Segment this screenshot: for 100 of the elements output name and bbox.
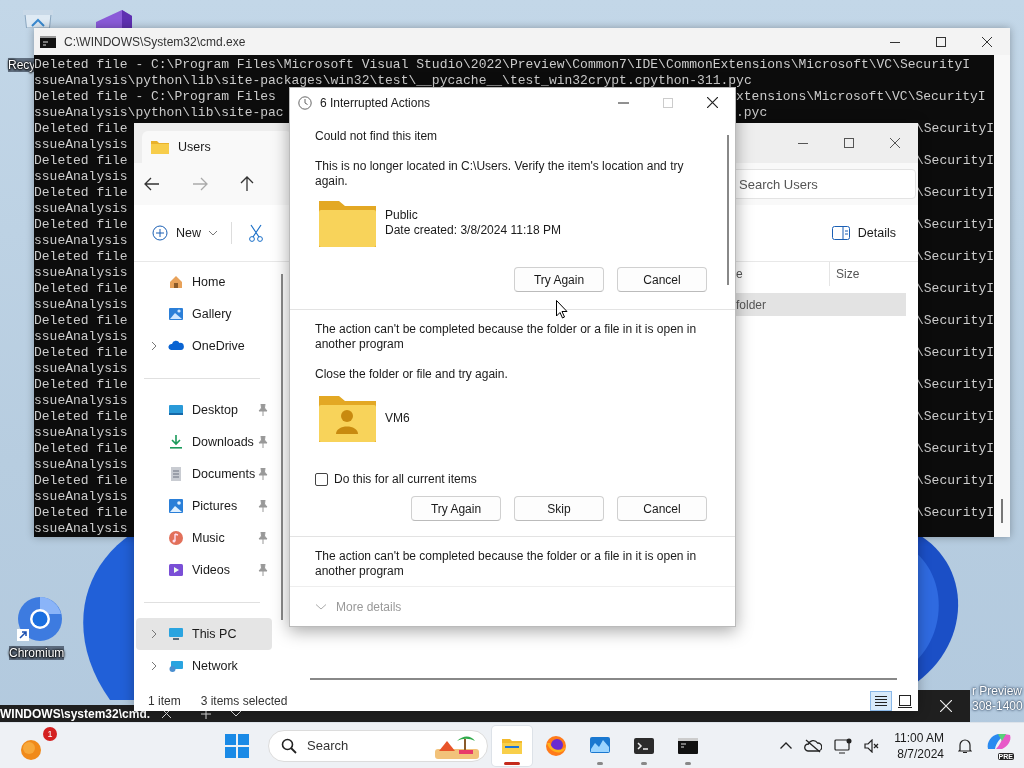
console-text: ssueAnalysis [34,201,128,217]
console-text: \SecurityI [916,153,994,169]
console-text: \SecurityI [916,345,994,361]
details-button[interactable]: Details [827,222,900,244]
clock-date[interactable]: 8/7/2024 [897,745,944,762]
start-button-icon[interactable] [225,733,249,758]
console-text: \SecurityI [916,121,994,137]
dialog-button[interactable]: Try Again [411,496,501,521]
user-folder-icon [319,394,376,442]
close-icon[interactable] [890,138,900,148]
dialog-button[interactable]: Try Again [514,267,604,292]
sidebar-item[interactable]: This PC [136,618,272,650]
dialog-button[interactable]: Skip [514,496,604,521]
error-heading: Could not find this item [315,129,439,144]
chevron-up-icon[interactable] [780,742,793,749]
scrollbar-thumb[interactable] [310,678,897,680]
cloud-off-icon[interactable] [804,738,823,753]
console-text: Deleted file [34,185,128,201]
console-text: .pyc [736,105,768,121]
sidebar-item[interactable]: Home [136,266,272,298]
scrollbar-thumb[interactable] [727,135,729,285]
console-text: ssueAnalysis [34,521,128,537]
checkbox-label[interactable]: Do this for all current items [334,472,477,487]
build-watermark-text: r Preview [972,684,1023,699]
dialog-title: 6 Interrupted Actions [320,95,431,110]
console-text: \SecurityI [916,409,994,425]
chevron-right-icon[interactable] [151,661,157,671]
chevron-down-icon [316,603,326,610]
console-text: ssueAnalysis [34,137,128,153]
console-text: ssueAnalysis [34,169,128,185]
console-text: Deleted file [34,377,128,393]
item-date: Date created: 3/8/2024 11:18 PM [385,223,561,238]
console-text: Deleted file [34,313,128,329]
sidebar-item[interactable]: Pictures [136,490,272,522]
sidebar-item[interactable]: Desktop [136,394,272,426]
new-button[interactable]: New [148,221,221,245]
document-icon [168,466,184,482]
browser-icon [544,733,568,758]
console-text: Deleted file [34,473,128,489]
up-arrow-icon[interactable] [240,176,254,192]
console-text: \SecurityI [916,505,994,521]
terminal-tab[interactable]: WINDOWS\system32\cmd. [0,706,151,721]
sidebar-item[interactable]: Gallery [136,298,272,330]
volume-muted-icon[interactable] [864,738,881,753]
maximize-icon[interactable] [844,138,854,148]
console-text: \SecurityI [916,281,994,297]
close-icon[interactable] [982,36,992,47]
file-row[interactable]: folder [736,293,906,316]
console-text: Deleted file [34,505,128,521]
console-app-icon [40,35,56,48]
console-text: ssueAnalysis\python\lib\site-packages\win32\test\__pycache__\test_win32crypt.cpython-311.pyc [34,73,752,89]
console-text: \SecurityI [916,377,994,393]
window-title: C:\WINDOWS\System32\cmd.exe [64,34,246,49]
chevron-right-icon[interactable] [151,629,157,639]
console-text: Deleted file [34,121,128,137]
scrollbar-thumb[interactable] [1001,499,1003,523]
console-text: ssueAnalysis [34,361,128,377]
checkbox[interactable] [315,473,328,486]
sidebar-item[interactable]: Documents [136,458,272,490]
scrollbar-thumb[interactable] [281,274,283,620]
bell-icon[interactable] [958,737,972,754]
copilot-icon[interactable] [986,731,1012,750]
dialog-button[interactable]: Cancel [617,267,707,292]
sidebar-item[interactable]: Music [136,522,272,554]
sidebar-item[interactable]: OneDrive [136,330,272,362]
network-icon[interactable] [834,737,853,754]
console-text: Deleted file [34,409,128,425]
explorer-tab[interactable]: Users [142,131,292,163]
chevron-right-icon[interactable] [151,341,157,351]
dialog-button[interactable]: Cancel [617,496,707,521]
build-watermark-text: 308-1400 [972,699,1023,714]
column-header[interactable]: e [735,262,829,286]
error-message: The action can't be completed because the folder or a file in it is open in another program [315,322,698,352]
explorer-app-button[interactable] [492,725,532,766]
clock-time[interactable]: 11:00 AM [894,729,944,746]
console-text: Deleted file [34,249,128,265]
item-name: Public [385,208,419,223]
network-icon [168,658,184,674]
column-header[interactable]: Size [829,262,906,286]
hint-text: Close the folder or file and try again. [315,367,509,382]
console-text: ssueAnalysis [34,457,128,473]
mouse-pointer-icon [556,300,568,319]
close-icon[interactable] [707,97,718,108]
home-icon [168,274,184,290]
gallery-icon [168,306,184,322]
maximize-icon[interactable] [936,36,946,47]
sidebar-item[interactable]: Videos [136,554,272,586]
desktop-icon [168,402,184,418]
details-view-button[interactable] [870,690,892,711]
back-arrow-icon[interactable] [144,177,160,191]
taskbar-search-field[interactable]: Search [268,729,488,762]
folder-icon [319,199,376,247]
list-icon [874,694,888,707]
sidebar-item[interactable]: Network [136,650,272,682]
chromium-icon[interactable] [17,596,63,642]
console-text: Deleted file [34,153,128,169]
console-text: ssueAnalysis [34,393,128,409]
scissors-icon[interactable] [248,224,264,242]
sidebar-item[interactable]: Downloads [136,426,272,458]
console-text: Deleted file [34,345,128,361]
